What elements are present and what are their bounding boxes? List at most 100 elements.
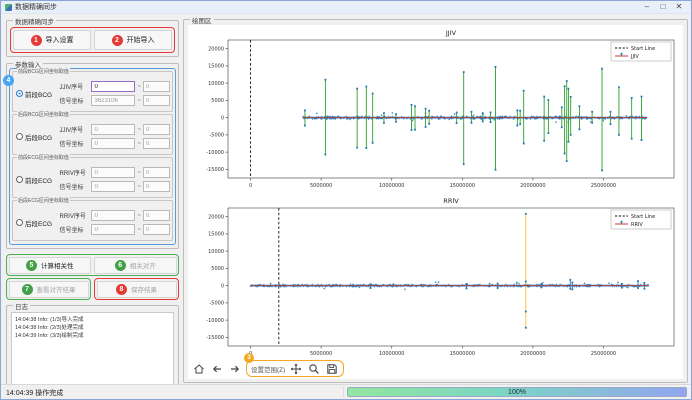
svg-text:0: 0 bbox=[249, 183, 252, 189]
svg-text:10000000: 10000000 bbox=[379, 183, 404, 189]
range-separator: ~ bbox=[137, 84, 141, 90]
figure-canvas: JJIV20000150001000050000-5000-10000-1500… bbox=[188, 25, 683, 379]
radio-label: 前段ECG bbox=[25, 175, 52, 185]
signal-coord-to-input[interactable] bbox=[143, 138, 170, 149]
set-range-button[interactable]: 设置范围(Z) bbox=[251, 364, 285, 374]
row-label: RRIV序号 bbox=[59, 168, 89, 177]
signal-coord-from-input[interactable] bbox=[91, 138, 135, 149]
save-icon[interactable] bbox=[325, 362, 339, 376]
signal-coord-from-input[interactable] bbox=[91, 224, 135, 235]
log-group-title: 日志 bbox=[13, 301, 30, 311]
param-row: 信号坐标 ~ bbox=[59, 138, 170, 149]
jjiv-index-to-input[interactable] bbox=[143, 124, 170, 135]
pan-icon[interactable] bbox=[289, 362, 303, 376]
svg-text:Start Line: Start Line bbox=[631, 214, 655, 220]
save-result-annotation-box: 8 保存结果 bbox=[94, 278, 179, 300]
view-align-result-label: 查看对齐结果 bbox=[37, 284, 76, 294]
log-line: 14:04:39 Info: (3/3)绘制完成 bbox=[15, 332, 170, 340]
params-annotation-box: 4 前段BCG区间坐标取值 前段BCG JJIV序号 ~ bbox=[9, 68, 176, 245]
signal-coord-from-input[interactable] bbox=[91, 95, 135, 106]
rriv-index-to-input[interactable] bbox=[143, 167, 170, 178]
svg-text:-5000: -5000 bbox=[209, 301, 224, 307]
row-label: 信号坐标 bbox=[59, 139, 89, 148]
section-title: 后段BCG区间坐标取值 bbox=[17, 111, 70, 118]
step-badge-5: 5 bbox=[26, 260, 37, 271]
correlation-align-label: 相关对齐 bbox=[130, 260, 156, 270]
svg-text:5000000: 5000000 bbox=[310, 351, 332, 357]
import-settings-button[interactable]: 1 导入设置 bbox=[13, 30, 91, 50]
radio-rear-ecg[interactable]: 后段ECG bbox=[16, 206, 59, 239]
close-button[interactable]: ✕ bbox=[671, 1, 687, 13]
jjiv-index-from-input[interactable] bbox=[91, 81, 135, 92]
svg-text:0: 0 bbox=[221, 115, 224, 121]
param-section-front-bcg: 前段BCG区间坐标取值 前段BCG JJIV序号 ~ 信号坐标 bbox=[12, 71, 173, 112]
range-annotation-box: 3 设置范围(Z) bbox=[246, 360, 344, 377]
svg-text:Start Line: Start Line bbox=[631, 46, 655, 52]
radio-front-ecg[interactable]: 前段ECG bbox=[16, 163, 59, 196]
param-row: JJIV序号 ~ bbox=[59, 124, 170, 135]
signal-coord-to-input[interactable] bbox=[143, 224, 170, 235]
rriv-index-from-input[interactable] bbox=[91, 210, 135, 221]
compute-correlation-label: 计算相关性 bbox=[41, 260, 74, 270]
range-separator: ~ bbox=[137, 213, 141, 219]
home-icon[interactable] bbox=[192, 362, 206, 376]
range-separator: ~ bbox=[137, 227, 141, 233]
save-result-button[interactable]: 8 保存结果 bbox=[97, 281, 177, 298]
forward-icon[interactable] bbox=[228, 362, 242, 376]
window-title: 数据精确同步 bbox=[15, 2, 57, 12]
rriv-chart[interactable]: RRIV20000150001000050000-5000-10000-1500… bbox=[190, 194, 682, 360]
compute-annotation-box: 5 计算相关性 6 相关对齐 bbox=[6, 254, 179, 276]
import-annotation-box: 1 导入设置 2 开始导入 bbox=[10, 27, 175, 53]
log-textarea[interactable]: 14:04:38 Info: (1/3)导入完成 14:04:38 Info: … bbox=[11, 312, 174, 390]
param-row: 信号坐标 ~ bbox=[59, 181, 170, 192]
param-section-rear-ecg: 后段ECG区间坐标取值 后段ECG RRIV序号 ~ 信号坐标 bbox=[12, 200, 173, 241]
range-separator: ~ bbox=[137, 170, 141, 176]
svg-text:20000: 20000 bbox=[208, 46, 224, 52]
signal-coord-to-input[interactable] bbox=[143, 95, 170, 106]
row-label: RRIV序号 bbox=[59, 211, 89, 220]
radio-label: 前段BCG bbox=[25, 89, 52, 99]
signal-coord-to-input[interactable] bbox=[143, 181, 170, 192]
zoom-icon[interactable] bbox=[307, 362, 321, 376]
signal-coord-from-input[interactable] bbox=[91, 181, 135, 192]
compute-correlation-button[interactable]: 5 计算相关性 bbox=[9, 257, 92, 274]
view-align-result-button[interactable]: 7 查看对齐结果 bbox=[9, 281, 89, 298]
svg-text:15000: 15000 bbox=[208, 232, 224, 238]
view-result-annotation-box: 7 查看对齐结果 bbox=[6, 278, 91, 300]
maximize-button[interactable]: □ bbox=[655, 1, 671, 13]
range-separator: ~ bbox=[137, 184, 141, 190]
jjiv-chart[interactable]: JJIV20000150001000050000-5000-10000-1500… bbox=[190, 26, 682, 192]
left-panel: 数据精确同步 1 导入设置 2 开始导入 参数输入 4 前段BCG区间坐标取值 bbox=[4, 14, 182, 384]
svg-text:15000: 15000 bbox=[208, 64, 224, 70]
radio-front-bcg[interactable]: 前段BCG bbox=[16, 77, 59, 110]
app-icon bbox=[5, 4, 12, 11]
sync-group-title: 数据精确同步 bbox=[13, 16, 56, 26]
minimize-button[interactable]: – bbox=[639, 1, 655, 13]
jjiv-index-from-input[interactable] bbox=[91, 124, 135, 135]
row-label: JJIV序号 bbox=[59, 125, 89, 134]
row-label: 信号坐标 bbox=[59, 182, 89, 191]
log-group: 日志 14:04:38 Info: (1/3)导入完成 14:04:38 Inf… bbox=[6, 305, 179, 395]
sync-group: 数据精确同步 1 导入设置 2 开始导入 bbox=[6, 20, 179, 57]
correlation-align-button[interactable]: 6 相关对齐 bbox=[94, 257, 177, 274]
rriv-index-from-input[interactable] bbox=[91, 167, 135, 178]
param-section-rear-bcg: 后段BCG区间坐标取值 后段BCG JJIV序号 ~ 信号坐标 bbox=[12, 114, 173, 155]
back-icon[interactable] bbox=[210, 362, 224, 376]
radio-icon bbox=[16, 176, 23, 183]
radio-rear-bcg[interactable]: 后段BCG bbox=[16, 120, 59, 153]
jjiv-index-to-input[interactable] bbox=[143, 81, 170, 92]
svg-text:JJIV: JJIV bbox=[445, 29, 457, 37]
result-actions-row: 7 查看对齐结果 8 保存结果 bbox=[6, 278, 179, 300]
radio-label: 后段BCG bbox=[25, 132, 52, 142]
svg-text:0: 0 bbox=[221, 283, 224, 289]
svg-text:25000000: 25000000 bbox=[591, 183, 616, 189]
svg-text:-15000: -15000 bbox=[206, 167, 224, 173]
svg-text:20000000: 20000000 bbox=[520, 183, 545, 189]
svg-text:5000000: 5000000 bbox=[310, 183, 332, 189]
svg-text:RRIV: RRIV bbox=[443, 197, 459, 205]
start-import-button[interactable]: 2 开始导入 bbox=[94, 30, 172, 50]
radio-label: 后段ECG bbox=[25, 218, 52, 228]
section-title: 前段BCG区间坐标取值 bbox=[17, 68, 70, 75]
rriv-index-to-input[interactable] bbox=[143, 210, 170, 221]
svg-text:-10000: -10000 bbox=[206, 318, 224, 324]
